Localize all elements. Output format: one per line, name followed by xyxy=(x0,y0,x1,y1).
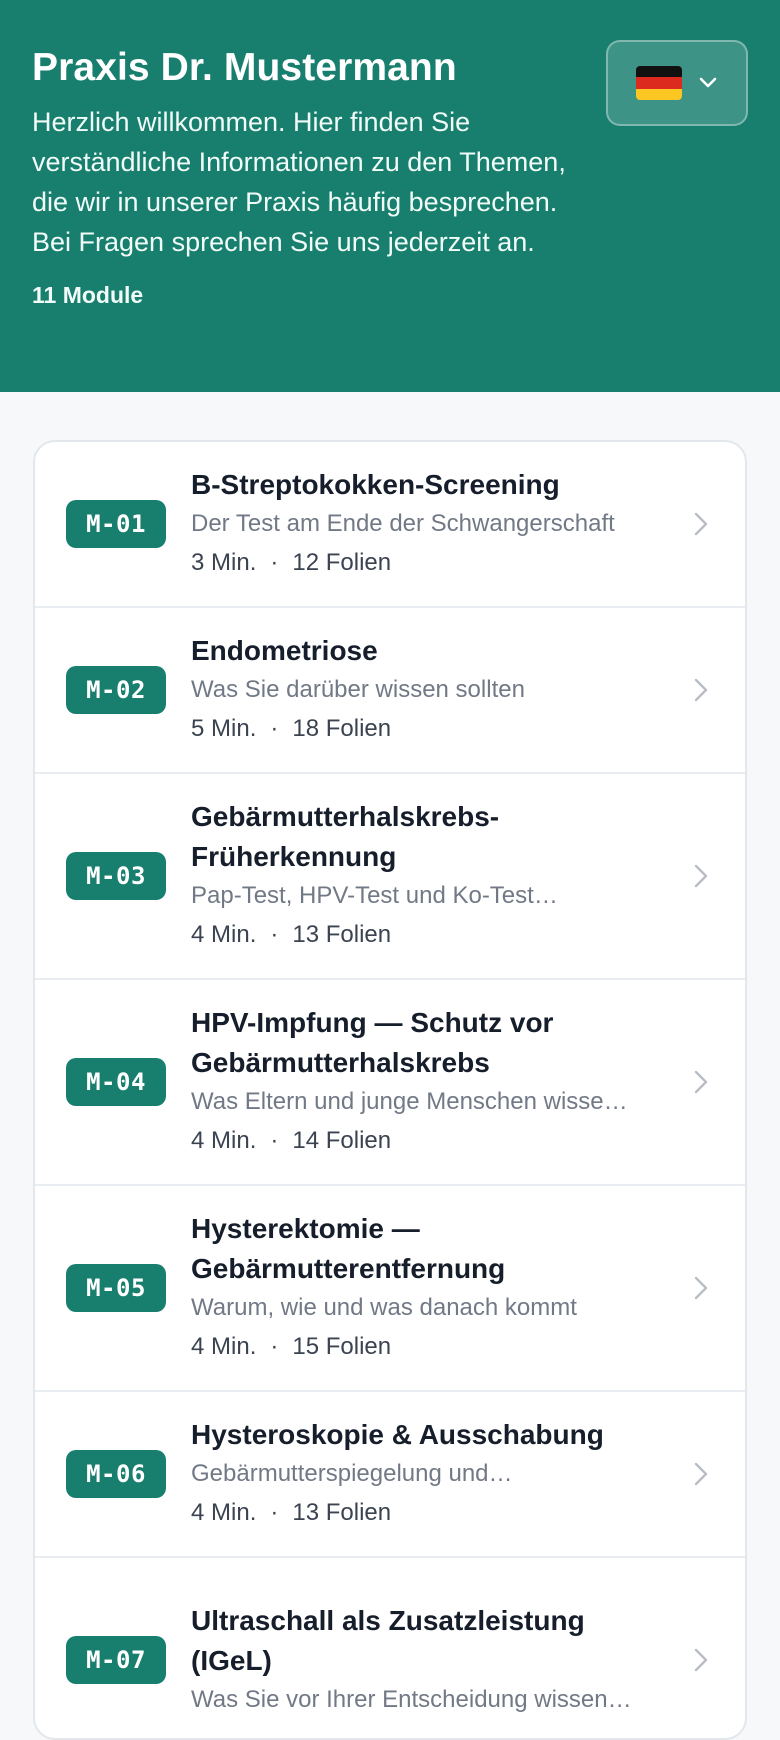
module-title: HPV-Impfung — Schutz vor Gebärmutterhals… xyxy=(191,1007,554,1078)
module-meta: 5 Min. · 18 Folien xyxy=(191,709,673,749)
chevron-right-icon xyxy=(689,1273,713,1303)
module-title: Hysteroskopie & Ausschabung xyxy=(191,1419,604,1450)
chevron-down-icon xyxy=(699,77,717,88)
module-row-m03[interactable]: M-03 Gebärmutterhalskrebs-Früherkennung … xyxy=(35,774,745,980)
chevron-right-icon xyxy=(689,1645,713,1675)
meta-separator: · xyxy=(270,921,279,948)
module-meta: 4 Min. · 14 Folien xyxy=(191,1121,673,1161)
module-row-m05[interactable]: M-05 Hysterektomie — Gebärmutterentfernu… xyxy=(35,1186,745,1392)
module-title: Gebärmutterhalskrebs-Früherkennung xyxy=(191,801,500,872)
module-subtitle: Was Sie darüber wissen sollten xyxy=(191,676,525,703)
meta-separator: · xyxy=(270,1127,279,1154)
module-row-m06[interactable]: M-06 Hysteroskopie & Ausschabung Gebärmu… xyxy=(35,1392,745,1558)
module-meta: 4 Min. · 15 Folien xyxy=(191,1327,673,1367)
module-subtitle: Gebärmutterspiegelung und… xyxy=(191,1460,513,1487)
module-code-badge: M-07 xyxy=(66,1636,166,1684)
module-subtitle: Der Test am Ende der Schwangerschaft xyxy=(191,510,615,537)
chevron-right-icon xyxy=(689,509,713,539)
module-slides: 15 Folien xyxy=(292,1333,392,1360)
meta-separator: · xyxy=(270,1499,279,1526)
module-title: B-Streptokokken-Screening xyxy=(191,469,560,500)
module-slides: 13 Folien xyxy=(292,921,392,948)
chevron-right-icon xyxy=(689,675,713,705)
module-meta: 3 Min. · 12 Folien xyxy=(191,543,673,583)
module-duration: 5 Min. xyxy=(191,715,257,742)
module-code-badge: M-04 xyxy=(66,1058,166,1106)
module-duration: 3 Min. xyxy=(191,549,257,576)
module-subtitle: Was Eltern und junge Menschen wisse… xyxy=(191,1088,628,1115)
module-row-m04[interactable]: M-04 HPV-Impfung — Schutz vor Gebärmutte… xyxy=(35,980,745,1186)
chevron-right-icon xyxy=(689,861,713,891)
module-duration: 4 Min. xyxy=(191,1499,257,1526)
module-title: Endometriose xyxy=(191,635,378,666)
module-code-badge: M-02 xyxy=(66,666,166,714)
module-code-badge: M-06 xyxy=(66,1450,166,1498)
module-subtitle: Warum, wie und was danach kommt xyxy=(191,1294,577,1321)
module-code-badge: M-01 xyxy=(66,500,166,548)
module-meta: 4 Min. · 13 Folien xyxy=(191,915,673,955)
module-slides: 14 Folien xyxy=(292,1127,392,1154)
module-count: 11 Module xyxy=(32,282,144,308)
module-duration: 4 Min. xyxy=(191,1333,257,1360)
meta-separator: · xyxy=(270,549,279,576)
module-slides: 18 Folien xyxy=(292,715,392,742)
chevron-right-icon xyxy=(689,1067,713,1097)
module-title: Hysterektomie — Gebärmutterentfernung xyxy=(191,1213,506,1284)
module-slides: 13 Folien xyxy=(292,1499,392,1526)
module-duration: 4 Min. xyxy=(191,921,257,948)
intro-text: Herzlich willkommen. Hier finden Sie ver… xyxy=(32,107,566,257)
module-subtitle: Pap-Test, HPV-Test und Ko-Test… xyxy=(191,882,558,909)
module-list: M-01 B-Streptokokken-Screening Der Test … xyxy=(33,440,747,1740)
meta-separator: · xyxy=(270,715,279,742)
module-title: Ultraschall als Zusatzleistung (IGeL) xyxy=(191,1605,585,1676)
module-row-m07[interactable]: M-07 Ultraschall als Zusatzleistung (IGe… xyxy=(35,1558,745,1738)
module-row-m01[interactable]: M-01 B-Streptokokken-Screening Der Test … xyxy=(35,442,745,608)
language-selector-button[interactable] xyxy=(606,40,748,126)
module-duration: 4 Min. xyxy=(191,1127,257,1154)
module-row-m02[interactable]: M-02 Endometriose Was Sie darüber wissen… xyxy=(35,608,745,774)
module-code-badge: M-03 xyxy=(66,852,166,900)
app-header: Praxis Dr. Mustermann Herzlich willkomme… xyxy=(0,0,780,392)
module-subtitle: Was Sie vor Ihrer Entscheidung wissen… xyxy=(191,1686,632,1713)
module-code-badge: M-05 xyxy=(66,1264,166,1312)
module-meta: 4 Min. · 13 Folien xyxy=(191,1493,673,1533)
chevron-right-icon xyxy=(689,1459,713,1489)
module-slides: 12 Folien xyxy=(292,549,392,576)
german-flag-icon xyxy=(636,66,682,100)
meta-separator: · xyxy=(270,1333,279,1360)
